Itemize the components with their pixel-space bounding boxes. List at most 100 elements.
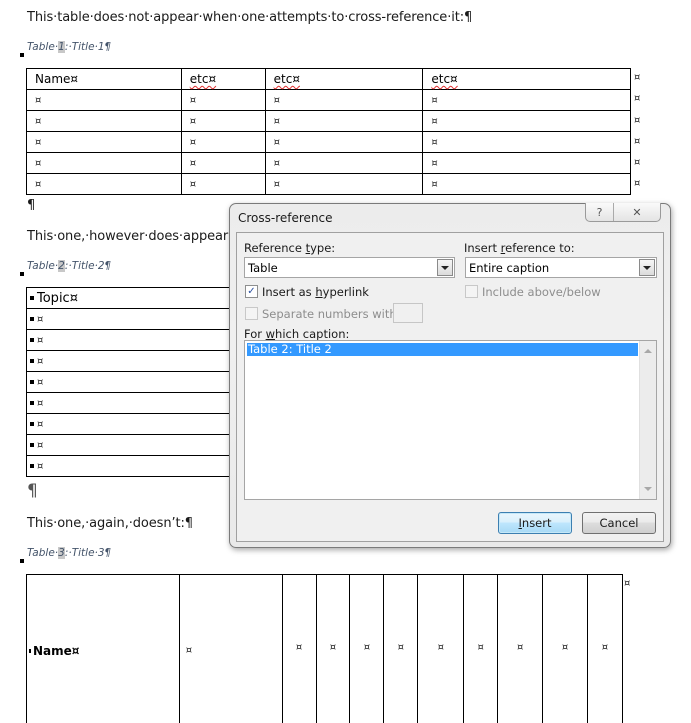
table-cell[interactable]: ¤ bbox=[26, 455, 256, 477]
table-cell[interactable]: ¤ bbox=[26, 308, 256, 330]
bullet-icon bbox=[30, 296, 34, 300]
insert-as-hyperlink-label[interactable]: Insert as hyperlink bbox=[262, 285, 369, 299]
table-cell[interactable]: ¤ bbox=[180, 89, 266, 111]
cross-reference-dialog: Cross-reference ? ✕ Reference type: Tabl… bbox=[229, 203, 671, 548]
separate-numbers-input[interactable] bbox=[393, 303, 423, 323]
reference-type-select[interactable]: Table bbox=[244, 257, 455, 278]
table-row: ¤ ¤ ¤ ¤ bbox=[26, 152, 631, 174]
anchor-marker bbox=[20, 53, 24, 57]
label-text: Reference bbox=[244, 241, 306, 255]
table-cell[interactable]: ¤ bbox=[264, 110, 424, 132]
scroll-up-arrow-icon[interactable] bbox=[644, 349, 652, 353]
dialog-body: Reference type: Table Insert reference t… bbox=[236, 232, 664, 542]
table-cell[interactable]: ¤ bbox=[383, 574, 419, 723]
paragraph-1: This·table·does·not·appear·when·one·atte… bbox=[27, 10, 473, 25]
separate-numbers-checkbox[interactable] bbox=[245, 307, 258, 320]
help-button[interactable]: ? bbox=[586, 203, 614, 221]
cell-text: ¤ bbox=[37, 397, 44, 409]
table-cell[interactable]: ¤ bbox=[264, 131, 424, 153]
table-cell[interactable]: ¤ bbox=[315, 574, 351, 723]
table-cell[interactable]: ¤ bbox=[26, 152, 182, 174]
table-header-cell[interactable]: Name¤ bbox=[26, 68, 182, 90]
table-3: Name¤ ¤ ¤ ¤ ¤ ¤ ¤ ¤ ¤ ¤ ¤ bbox=[26, 574, 624, 723]
table-cell[interactable]: ¤ bbox=[542, 574, 588, 723]
table-row: Name¤ etc¤ etc¤ etc¤ bbox=[26, 68, 631, 90]
table-header-cell[interactable]: etc¤ bbox=[264, 68, 424, 90]
caption-table-3: Table·3:·Title·3¶ bbox=[27, 547, 111, 559]
access-key: w bbox=[265, 327, 276, 341]
close-button[interactable]: ✕ bbox=[614, 203, 660, 221]
cell-text: etc¤ bbox=[189, 72, 217, 86]
table-cell[interactable]: ¤ bbox=[349, 574, 385, 723]
table-cell[interactable]: ¤ bbox=[180, 131, 266, 153]
table-cell[interactable]: ¤ bbox=[422, 110, 631, 132]
table-cell[interactable]: ¤ bbox=[26, 131, 182, 153]
table-cell[interactable]: ¤ bbox=[264, 89, 424, 111]
separate-numbers-label: Separate numbers with bbox=[262, 307, 397, 321]
table-cell[interactable]: ¤ bbox=[264, 152, 424, 174]
table-cell[interactable]: ¤ bbox=[26, 350, 256, 372]
include-above-below-checkbox[interactable] bbox=[465, 285, 478, 298]
table-cell[interactable]: ¤ bbox=[180, 152, 266, 174]
anchor-marker bbox=[20, 272, 24, 276]
table-cell[interactable]: ¤ bbox=[264, 173, 424, 195]
bullet-icon bbox=[30, 421, 34, 426]
table-cell[interactable]: ¤ bbox=[422, 152, 631, 174]
cell-text: ¤ bbox=[37, 355, 44, 367]
table-cell[interactable]: ¤ bbox=[417, 574, 465, 723]
table-cell[interactable]: ¤ bbox=[26, 89, 182, 111]
bullet-icon bbox=[30, 379, 34, 384]
table-row: ¤ bbox=[26, 413, 256, 435]
table-cell[interactable]: ¤ bbox=[26, 173, 182, 195]
caption-table-1: Table·1:·Title·1¶ bbox=[27, 41, 111, 53]
table-cell[interactable]: ¤ bbox=[180, 173, 266, 195]
caption-suffix: :·Title·2¶ bbox=[64, 260, 112, 272]
table-cell[interactable]: ¤ bbox=[463, 574, 499, 723]
chevron-down-icon[interactable] bbox=[437, 259, 453, 276]
caption-listbox[interactable]: Table 2: Title 2 bbox=[244, 340, 657, 500]
table-cell[interactable]: ¤ bbox=[26, 371, 256, 393]
vertical-scrollbar[interactable] bbox=[639, 341, 656, 499]
table-cell[interactable]: ¤ bbox=[422, 89, 631, 111]
table-cell[interactable]: ¤ bbox=[422, 173, 631, 195]
table-cell[interactable]: ¤ bbox=[26, 434, 256, 456]
table-header-cell[interactable]: Topic¤ bbox=[26, 287, 256, 309]
table-cell[interactable]: ¤ bbox=[422, 131, 631, 153]
label-text: Insert bbox=[464, 241, 501, 255]
table-row: ¤ bbox=[26, 350, 256, 372]
table-cell[interactable]: ¤ bbox=[26, 413, 256, 435]
table-cell[interactable]: ¤ bbox=[26, 110, 182, 132]
caption-prefix: Table· bbox=[27, 547, 59, 559]
table-row: Topic¤ bbox=[26, 287, 256, 309]
insert-as-hyperlink-checkbox[interactable]: ✓ bbox=[245, 285, 258, 298]
label-text: yperlink bbox=[322, 285, 369, 299]
checkmark-icon: ✓ bbox=[247, 286, 256, 297]
cancel-button[interactable]: Cancel bbox=[582, 512, 656, 534]
scroll-down-arrow-icon[interactable] bbox=[644, 487, 652, 491]
table-cell[interactable]: ¤ bbox=[586, 574, 624, 723]
insert-reference-to-select[interactable]: Entire caption bbox=[465, 257, 657, 278]
table-header-cell[interactable]: etc¤ bbox=[422, 68, 631, 90]
table-row: ¤ ¤ ¤ ¤ bbox=[26, 110, 631, 132]
table-cell[interactable]: ¤ bbox=[281, 574, 317, 723]
table-row: ¤ bbox=[26, 392, 256, 414]
table-cell[interactable]: ¤ bbox=[26, 329, 256, 351]
bullet-icon bbox=[30, 358, 34, 363]
table-cell[interactable]: ¤ bbox=[178, 574, 283, 723]
bullet-icon bbox=[30, 400, 34, 405]
cell-text: Topic¤ bbox=[37, 290, 78, 306]
table-2: Topic¤ ¤ ¤ ¤ ¤ ¤ ¤ ¤ ¤ bbox=[26, 287, 256, 477]
paragraph-2: This·one,·however·does·appear:¶ bbox=[27, 229, 241, 244]
insert-button[interactable]: Insert bbox=[498, 512, 572, 534]
bullet-icon bbox=[30, 442, 34, 447]
table-header-cell[interactable]: Name¤ bbox=[26, 574, 180, 723]
table-cell[interactable]: ¤ bbox=[26, 392, 256, 414]
caption-list-item-selected[interactable]: Table 2: Title 2 bbox=[247, 343, 638, 356]
table-header-cell[interactable]: etc¤ bbox=[180, 68, 266, 90]
caption-number-field: 1 bbox=[58, 41, 65, 53]
table-cell[interactable]: ¤ bbox=[497, 574, 544, 723]
for-which-caption-label: For which caption: bbox=[244, 327, 349, 341]
cell-text: ¤ bbox=[37, 460, 44, 472]
table-cell[interactable]: ¤ bbox=[180, 110, 266, 132]
chevron-down-icon[interactable] bbox=[639, 259, 655, 276]
